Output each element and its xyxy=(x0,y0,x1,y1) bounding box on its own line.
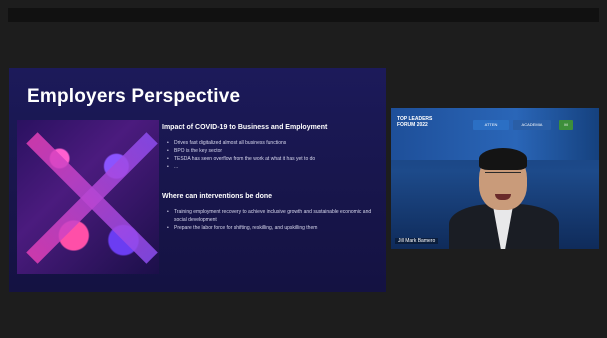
bullet-item: TESDA has seen overflow from the work at… xyxy=(167,155,374,163)
video-frame: Employers Perspective Impact of COVID-19… xyxy=(0,0,607,338)
section1-bullet-list: Drives fast digitalized almost all busin… xyxy=(165,139,374,171)
sponsor-logo: ACADEMIA xyxy=(513,120,551,130)
section2-heading: Where can interventions be done xyxy=(162,193,273,200)
letterbox-top xyxy=(8,8,599,22)
banner-title: TOP LEADERS FORUM 2022 xyxy=(397,116,433,128)
section2-bullet-list: Training employment recovery to achieve … xyxy=(165,208,374,232)
slide-title: Employers Perspective xyxy=(27,86,241,107)
participant-name-tag: Jill Mark Bamero xyxy=(395,238,439,244)
presentation-slide: Employers Perspective Impact of COVID-19… xyxy=(9,68,386,292)
bullet-item: Drives fast digitalized almost all busin… xyxy=(167,139,374,147)
bullet-item: Prepare the labor force for shifting, re… xyxy=(167,224,374,232)
decorative-graphic xyxy=(17,120,159,274)
glasses xyxy=(485,172,521,179)
bullet-item: BPO is the key sector xyxy=(167,147,374,155)
bullet-item: Training employment recovery to achieve … xyxy=(167,208,374,224)
hair xyxy=(479,148,527,170)
sponsor-logo: M xyxy=(559,120,573,130)
speaker-person xyxy=(449,146,559,249)
bullet-item: ... xyxy=(167,163,374,171)
section1-heading: Impact of COVID-19 to Business and Emplo… xyxy=(162,124,328,131)
speaker-video-tile: TOP LEADERS FORUM 2022 ATTEN ACADEMIA M … xyxy=(391,108,599,249)
sponsor-logo: ATTEN xyxy=(473,120,509,130)
